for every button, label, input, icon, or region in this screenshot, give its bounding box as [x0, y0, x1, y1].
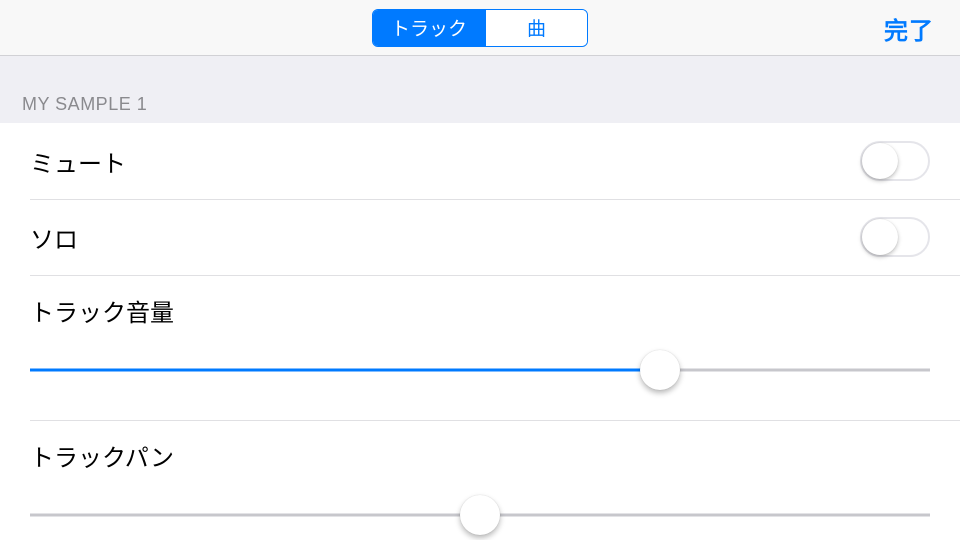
track-volume-slider[interactable] — [30, 350, 930, 390]
segmented-control[interactable]: トラック 曲 — [372, 9, 588, 47]
done-button-label: 完了 — [884, 11, 934, 46]
track-pan-label: トラックパン — [30, 438, 930, 473]
section-header: MY SAMPLE 1 — [0, 56, 960, 123]
solo-toggle[interactable] — [860, 217, 930, 257]
track-volume-label: トラック音量 — [30, 293, 930, 328]
slider-track-fill — [30, 369, 660, 372]
tab-song[interactable]: 曲 — [485, 10, 587, 46]
settings-list: ミュート ソロ トラック音量 トラックパン エコー — [0, 123, 960, 540]
tab-track-label: トラック — [391, 14, 467, 41]
tab-track[interactable]: トラック — [373, 10, 485, 46]
row-track-pan: トラックパン — [0, 420, 960, 540]
toggle-thumb-icon — [862, 219, 898, 255]
slider-knob-icon[interactable] — [640, 350, 680, 390]
slider-knob-icon[interactable] — [460, 495, 500, 535]
row-track-volume: トラック音量 — [0, 275, 960, 420]
solo-label: ソロ — [30, 220, 78, 255]
track-pan-slider[interactable] — [30, 495, 930, 535]
mute-label: ミュート — [30, 144, 126, 179]
section-title: MY SAMPLE 1 — [22, 94, 147, 114]
row-mute: ミュート — [0, 123, 960, 199]
tab-song-label: 曲 — [527, 14, 546, 41]
toggle-thumb-icon — [862, 143, 898, 179]
mute-toggle[interactable] — [860, 141, 930, 181]
row-solo: ソロ — [0, 199, 960, 275]
done-button[interactable]: 完了 — [884, 0, 934, 56]
header-bar: トラック 曲 完了 — [0, 0, 960, 56]
